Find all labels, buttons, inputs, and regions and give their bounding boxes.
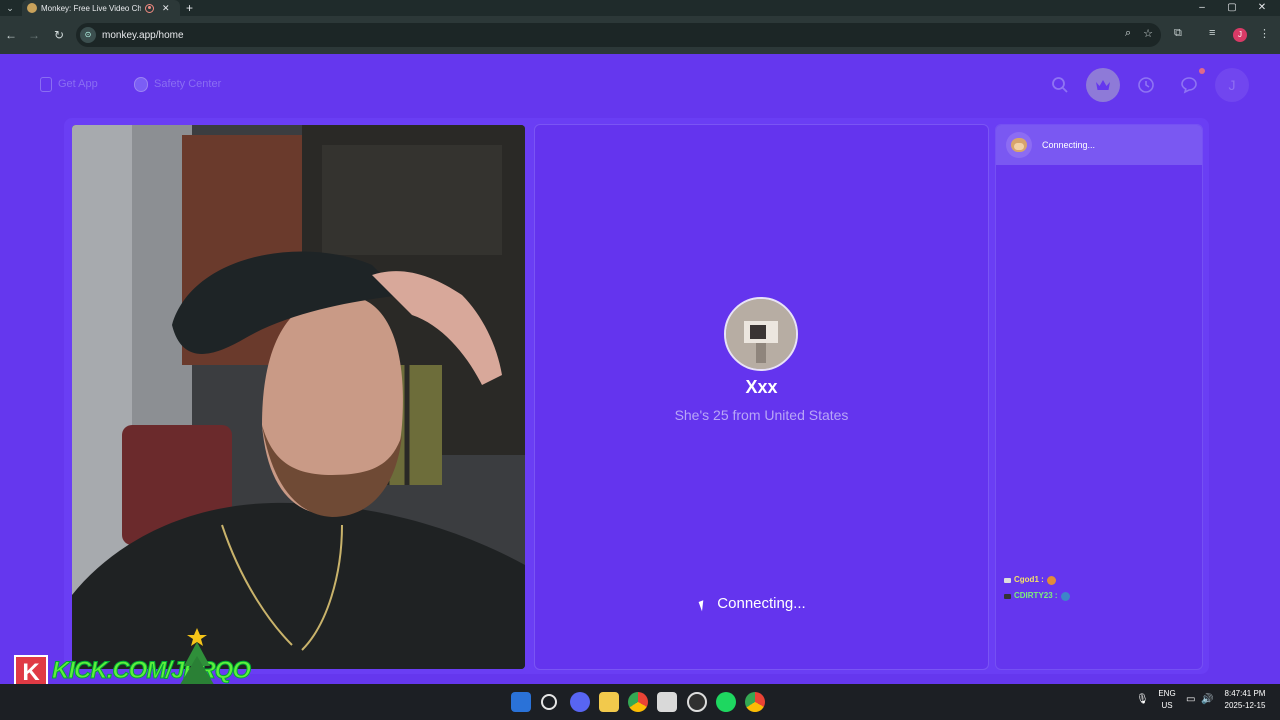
search-button[interactable] [1043,68,1077,102]
new-tab-button[interactable]: + [186,0,193,16]
minimize-button[interactable]: – [1187,0,1217,16]
browser-menu-icon[interactable]: ⋮ [1259,27,1270,40]
recording-indicator-icon [145,3,154,13]
partner-name: Xxx [745,377,778,397]
self-camera-feed [72,125,525,669]
back-button[interactable]: ← [3,27,19,43]
get-app-link[interactable]: Get App [40,70,98,98]
browser-tabbar: ⌄ Monkey: Free Live Video Ch ✕ + – ▢ ✕ [0,0,1280,16]
spotify-icon[interactable] [716,692,736,712]
emote-icon [1046,575,1056,585]
history-icon [1138,77,1154,93]
partner-photo-image [726,299,796,369]
reload-button[interactable]: ↻ [51,27,67,43]
partner-age-location: She's 25 from United States [674,407,849,423]
webcam-image [72,125,525,669]
chat-icon [1181,77,1197,94]
stream-chat-line: CDIRTY23 : [1004,588,1070,604]
partner-panel: Xxx She's 25 from United States Connecti… [534,124,989,670]
bookmark-star-icon[interactable]: ☆ [1143,27,1153,40]
safety-center-label: Safety Center [154,78,222,90]
clock[interactable]: 8:47:41 PM 2025-12-15 [1218,688,1272,712]
premium-button[interactable] [1086,68,1120,102]
chat-badge-icon [1004,577,1011,583]
maximize-button[interactable]: ▢ [1217,0,1247,16]
partner-avatar[interactable] [724,297,798,371]
stream-chat-overlay: Cgod1 : CDIRTY23 : [1004,572,1070,604]
chat-connecting-status: Connecting... [1042,140,1096,150]
file-explorer-icon[interactable] [599,692,619,712]
network-icon[interactable]: ▭ [1186,694,1195,706]
windows-start-icon[interactable] [511,692,531,712]
windows-taskbar: 🎙 ENG US ▭ 🔊 8:47:41 PM 2025-12-15 [0,684,1280,720]
connecting-status: Connecting... [717,595,806,612]
history-button[interactable] [1129,68,1163,102]
user-avatar-button[interactable]: J [1215,68,1249,102]
kick-logo-icon: K [14,655,48,687]
clock-date: 2025-12-15 [1224,701,1266,710]
chrome-profile-icon[interactable] [745,692,765,712]
safety-center-link[interactable]: Safety Center [134,70,221,98]
chat-header: Connecting... [996,125,1202,165]
monkey-favicon-icon [27,3,37,13]
search-icon [1052,77,1068,93]
site-info-icon[interactable]: ⊙ [80,27,96,43]
tab-close-button[interactable]: ✕ [162,3,170,14]
monkey-icon [1006,132,1032,158]
clock-time: 8:47:41 PM [1224,689,1266,698]
taskbar-search-icon[interactable] [541,694,557,710]
forward-button[interactable]: → [26,27,42,43]
address-bar[interactable]: ⊙ monkey.app/home ⌕ ☆ [76,23,1161,47]
shield-icon [134,76,148,92]
discord-icon[interactable] [570,692,590,712]
close-window-button[interactable]: ✕ [1247,0,1277,16]
volume-icon[interactable]: 🔊 [1201,694,1213,706]
get-app-label: Get App [58,78,98,90]
chat-badge-icon [1004,593,1011,599]
phone-icon [40,76,52,92]
media-control-icon[interactable]: ≡ [1209,27,1215,39]
region-code: US [1161,701,1173,710]
stream-chat-line: Cgod1 : [1004,572,1070,588]
emote-icon [1060,591,1070,601]
url-text: monkey.app/home [102,29,184,41]
tab-search-chevron-icon[interactable]: ⌄ [2,1,18,15]
language-indicator[interactable]: ENG US [1155,688,1179,712]
extensions-icon[interactable]: ⧉ [1174,27,1182,40]
microphone-icon[interactable]: 🎙 [1136,694,1149,706]
calendar-app-icon[interactable] [657,692,677,712]
chrome-icon[interactable] [628,692,648,712]
profile-avatar[interactable]: J [1233,28,1247,42]
obs-icon[interactable] [687,692,707,712]
tab-title: Monkey: Free Live Video Ch [41,3,141,13]
language-code: ENG [1158,689,1176,698]
chat-username: Cgod1 : [1014,575,1044,584]
zoom-icon[interactable]: ⌕ [1125,27,1131,40]
chat-username: CDIRTY23 : [1014,591,1058,600]
browser-tab-active[interactable]: Monkey: Free Live Video Ch ✕ [22,0,180,16]
notification-badge [1199,68,1205,74]
crown-icon [1096,80,1110,90]
browser-toolbar: ← → ↻ ⊙ monkey.app/home ⌕ ☆ ⧉ ≡ ⋮ [0,16,1280,54]
